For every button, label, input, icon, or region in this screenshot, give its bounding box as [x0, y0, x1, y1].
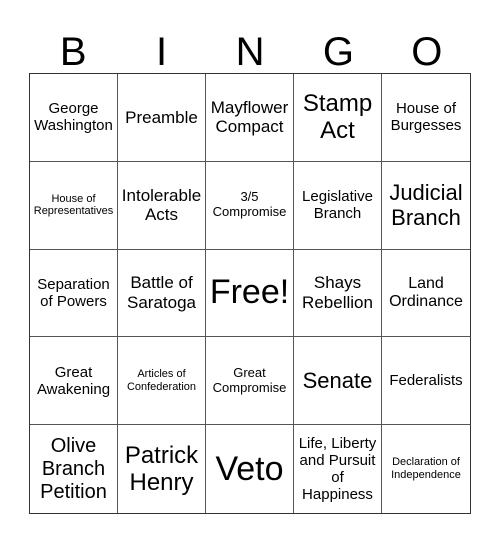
bingo-cell-label: Separation of Powers	[37, 275, 110, 310]
header-letter-n: N	[235, 30, 265, 74]
bingo-cell[interactable]: Separation of Powers	[30, 249, 118, 338]
bingo-cell[interactable]: Judicial Branch	[382, 162, 470, 250]
bingo-cell-label: Senate	[302, 368, 373, 394]
header-letter-b: B	[59, 30, 87, 74]
bingo-cell[interactable]: Land Ordinance	[382, 250, 470, 338]
bingo-cell-label: Declaration of Independence	[391, 456, 461, 482]
bingo-cell-label: Free!	[209, 273, 290, 312]
bingo-cell[interactable]: Senate	[294, 337, 382, 426]
bingo-cell-label: Mayflower Compact	[210, 97, 289, 137]
bingo-cell[interactable]: George Washington	[30, 74, 118, 162]
bingo-cell[interactable]: Preamble	[118, 74, 206, 162]
bingo-cell-label: Legislative Branch	[302, 187, 373, 223]
bingo-cell-label: House of Representatives	[33, 192, 114, 218]
bingo-cell[interactable]: Federalists	[382, 337, 470, 426]
bingo-cell-label: Battle of Saratoga	[127, 273, 196, 312]
bingo-cell[interactable]: 3/5 Compromise	[206, 161, 294, 250]
bingo-cell[interactable]: Olive Branch Petition	[30, 425, 118, 513]
bingo-cell-label: Great Awakening	[36, 363, 111, 398]
bingo-cell[interactable]: Great Awakening	[30, 337, 118, 426]
bingo-cell-label: Stamp Act	[302, 89, 373, 145]
bingo-cell[interactable]: House of Representatives	[30, 161, 118, 250]
bingo-cell-label: Veto	[215, 449, 284, 488]
bingo-cell[interactable]: Intolerable Acts	[118, 161, 206, 250]
bingo-cell-label: Judicial Branch	[389, 179, 463, 231]
header-letter-g: G	[322, 30, 354, 74]
bingo-cell[interactable]: House of Burgesses	[382, 74, 470, 162]
bingo-cell-label: Life, Liberty and Pursuit of Happiness	[298, 434, 377, 504]
bingo-cell[interactable]: Great Compromise	[206, 337, 294, 426]
header-letter-i: I	[156, 30, 168, 74]
bingo-cell-label: Preamble	[125, 107, 198, 127]
bingo-cell-label: Intolerable Acts	[121, 185, 202, 225]
bingo-cell[interactable]: Battle of Saratoga	[118, 249, 206, 338]
bingo-cell[interactable]: Patrick Henry	[118, 425, 206, 513]
bingo-cell[interactable]: Life, Liberty and Pursuit of Happiness	[294, 425, 382, 513]
bingo-cell[interactable]: Stamp Act	[294, 74, 382, 162]
bingo-cell-label: Land Ordinance	[389, 274, 463, 310]
bingo-cell[interactable]: Legislative Branch	[294, 161, 382, 250]
bingo-cell-label: Federalists	[389, 372, 463, 390]
bingo-header: B I N G O	[29, 30, 471, 74]
bingo-cell-label: House of Burgesses	[390, 100, 462, 135]
bingo-cell-label: Great Compromise	[212, 364, 287, 395]
bingo-cell-label: Shays Rebellion	[302, 273, 373, 312]
free-space-cell[interactable]: Free!	[206, 249, 294, 338]
bingo-cell-label: Articles of Confederation	[126, 368, 197, 393]
bingo-cell[interactable]: Shays Rebellion	[294, 249, 382, 338]
bingo-cell-label: 3/5 Compromise	[212, 189, 287, 220]
bingo-cell[interactable]: Veto	[206, 425, 294, 513]
bingo-cell-label: Patrick Henry	[124, 441, 199, 497]
bingo-card-grid: George Washington Preamble Mayflower Compa…	[29, 73, 471, 514]
header-letter-o: O	[411, 30, 443, 74]
bingo-cell-label: George Washington	[34, 100, 113, 135]
bingo-cell[interactable]: Mayflower Compact	[206, 74, 294, 162]
bingo-cell[interactable]: Articles of Confederation	[118, 337, 206, 426]
bingo-cell-label: Olive Branch Petition	[40, 434, 107, 503]
bingo-cell[interactable]: Declaration of Independence	[382, 425, 470, 513]
